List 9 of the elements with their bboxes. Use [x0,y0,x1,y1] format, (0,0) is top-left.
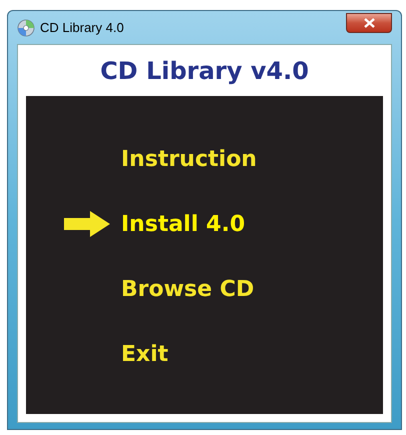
close-icon [364,18,374,28]
window-title: CD Library 4.0 [40,18,124,37]
menu-item[interactable]: Install 4.0 [121,208,246,240]
menu-item[interactable]: Browse CD [121,272,254,306]
menu-item[interactable]: Exit [121,338,168,370]
app-heading: CD Library v4.0 [100,56,309,86]
close-button[interactable] [346,12,392,32]
cd-icon [17,18,35,36]
menu-item[interactable]: Instruction [121,142,257,176]
